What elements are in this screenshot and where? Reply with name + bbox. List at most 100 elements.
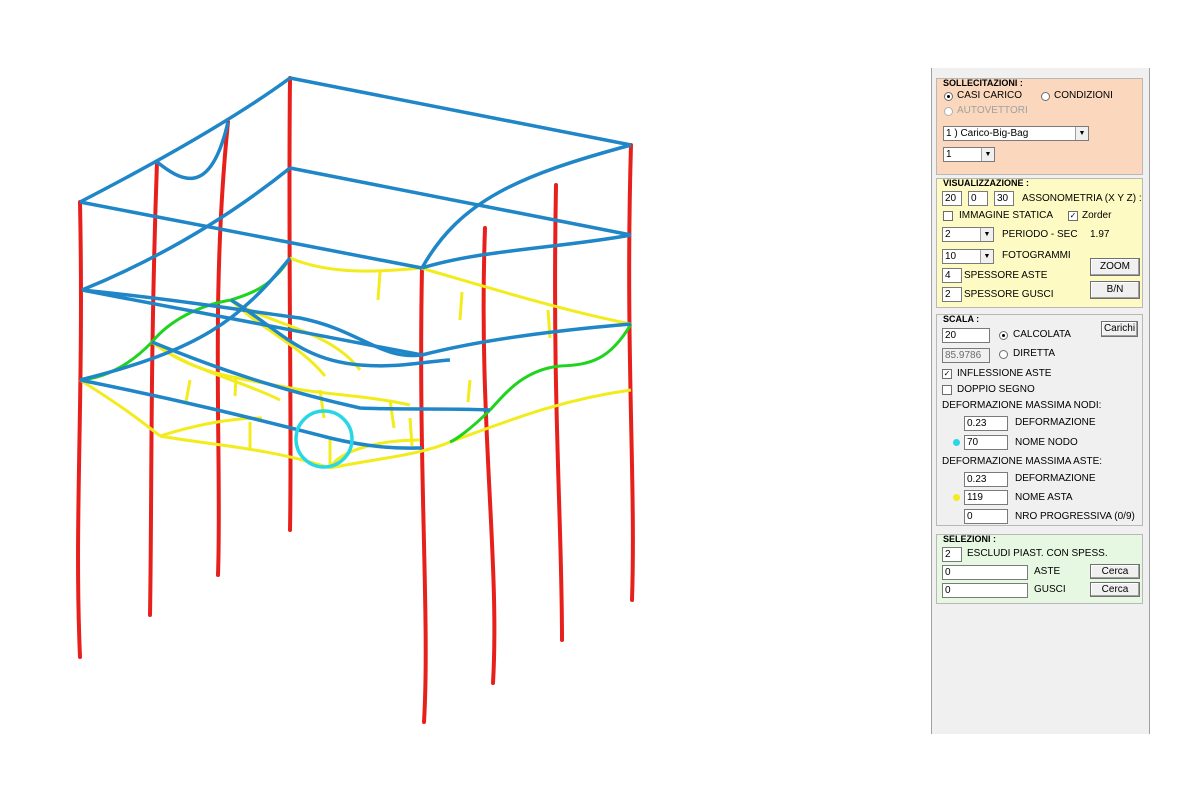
shell-mesh-line <box>420 266 632 326</box>
fotogrammi-select[interactable]: 10 ▼ <box>942 249 994 264</box>
casi-carico-radio[interactable] <box>944 92 953 101</box>
scala-diretta-input[interactable]: 85.9786 <box>942 348 990 363</box>
column-line <box>148 160 159 617</box>
selezioni-group: SELEZIONI : 2 ESCLUDI PIAST. CON SPESS. … <box>936 534 1143 604</box>
axo-y-input[interactable]: 0 <box>968 191 988 206</box>
zoom-button[interactable]: ZOOM <box>1090 258 1140 276</box>
load-case-select[interactable]: 1 ) Carico-Big-Bag ▼ <box>943 126 1089 141</box>
shell-mesh-line <box>408 417 414 447</box>
nome-nodo-value: 70 <box>964 435 1008 450</box>
calcolata-label: CALCOLATA <box>1013 329 1071 340</box>
carichi-button[interactable]: Carichi <box>1101 321 1138 337</box>
nro-progressiva-input[interactable]: 0 <box>964 509 1008 524</box>
max-deformation-node-marker <box>294 409 354 469</box>
selezioni-title: SELEZIONI : <box>943 534 997 544</box>
shell-mesh-line <box>449 388 632 444</box>
column-line <box>215 120 230 577</box>
column-line <box>627 143 635 602</box>
axo-z-input[interactable]: 30 <box>994 191 1014 206</box>
nome-nodo-label: NOME NODO <box>1015 437 1078 448</box>
periodo-result: 1.97 <box>1090 229 1110 240</box>
shell-mesh-line <box>159 434 331 470</box>
diretta-label: DIRETTA <box>1013 348 1056 359</box>
casi-carico-label: CASI CARICO <box>957 90 1023 101</box>
autovettori-radio[interactable] <box>944 107 953 116</box>
chevron-down-icon[interactable]: ▼ <box>981 148 994 161</box>
gusci-search-input[interactable]: 0 <box>942 583 1028 598</box>
autovettori-label: AUTOVETTORI <box>957 105 1028 116</box>
column-line <box>419 266 428 724</box>
axo-x-input[interactable]: 20 <box>942 191 962 206</box>
structure-3d-viewport[interactable] <box>0 0 930 800</box>
beam-marker-icon <box>953 494 960 501</box>
control-panel: SOLLECITAZIONI : CASI CARICO CONDIZIONI … <box>931 68 1150 734</box>
nome-asta-value: 119 <box>964 490 1008 505</box>
aste-deformazione-value: 0.23 <box>964 472 1008 487</box>
nro-progressiva-label: NRO PROGRESSIVA (0/9) <box>1015 511 1135 522</box>
nodi-deformazione-value: 0.23 <box>964 416 1008 431</box>
beam-line <box>79 76 292 204</box>
spessore-aste-input[interactable]: 4 <box>942 268 962 283</box>
zorder-label: Zorder <box>1082 210 1112 221</box>
calcolata-radio[interactable] <box>999 331 1008 340</box>
column-line <box>553 183 564 642</box>
scala-group: SCALA : 20 CALCOLATA Carichi 85.9786 DIR… <box>936 314 1143 526</box>
visualizzazione-title: VISUALIZZAZIONE : <box>943 178 1029 188</box>
condizioni-label: CONDIZIONI <box>1054 90 1113 101</box>
node-marker-icon <box>953 439 960 446</box>
chevron-down-icon[interactable]: ▼ <box>980 228 993 241</box>
shell-edge-line <box>488 364 561 412</box>
gusci-search-label: GUSCI <box>1034 584 1066 595</box>
shell-mesh-line <box>233 375 238 397</box>
chevron-down-icon[interactable]: ▼ <box>1075 127 1088 140</box>
scala-calcolata-input[interactable]: 20 <box>942 328 990 343</box>
shell-edge-line <box>449 408 492 444</box>
def-max-nodi-label: DEFORMAZIONE MASSIMA NODI: <box>942 400 1102 411</box>
spessore-gusci-input[interactable]: 2 <box>942 287 962 302</box>
shell-mesh-line <box>159 416 263 438</box>
escludi-spessore-input[interactable]: 2 <box>942 547 962 562</box>
chevron-down-icon[interactable]: ▼ <box>980 250 993 263</box>
aste-deformazione-label: DEFORMAZIONE <box>1015 473 1096 484</box>
nodi-deformazione-label: DEFORMAZIONE <box>1015 417 1096 428</box>
diretta-radio[interactable] <box>999 350 1008 359</box>
scala-title: SCALA : <box>943 314 980 324</box>
column-line <box>481 226 497 685</box>
doppio-segno-checkbox[interactable] <box>942 385 952 395</box>
load-number-value: 1 <box>946 149 952 160</box>
cerca-gusci-button[interactable]: Cerca <box>1090 582 1140 597</box>
beam-line <box>79 200 423 270</box>
beam-line <box>289 76 632 147</box>
spessore-gusci-label: SPESSORE GUSCI <box>964 289 1054 300</box>
zorder-checkbox[interactable]: ✓ <box>1068 211 1078 221</box>
periodo-value: 2 <box>945 229 951 240</box>
periodo-label: PERIODO - SEC <box>1002 229 1078 240</box>
load-case-value: 1 ) Carico-Big-Bag <box>946 128 1029 139</box>
shell-mesh-line <box>466 379 472 403</box>
sollecitazioni-group: SOLLECITAZIONI : CASI CARICO CONDIZIONI … <box>936 78 1143 175</box>
sollecitazioni-title: SOLLECITAZIONI : <box>943 78 1023 88</box>
nome-asta-label: NOME ASTA <box>1015 492 1073 503</box>
beams <box>79 76 632 450</box>
beam-line <box>421 233 632 270</box>
aste-search-label: ASTE <box>1034 566 1061 577</box>
periodo-select[interactable]: 2 ▼ <box>942 227 994 242</box>
doppio-segno-label: DOPPIO SEGNO <box>957 384 1035 395</box>
shell-mesh-line <box>388 399 396 429</box>
shell-mesh-line <box>376 271 382 301</box>
column-line <box>76 200 83 659</box>
inflessione-aste-label: INFLESSIONE ASTE <box>957 368 1052 379</box>
load-number-select[interactable]: 1 ▼ <box>943 147 995 162</box>
aste-search-input[interactable]: 0 <box>942 565 1028 580</box>
column-line <box>287 76 293 532</box>
beam-line <box>421 322 632 357</box>
bn-button[interactable]: B/N <box>1090 281 1140 299</box>
immagine-statica-checkbox[interactable] <box>943 211 953 221</box>
escludi-spessore-label: ESCLUDI PIAST. CON SPESS. <box>967 548 1108 559</box>
visualizzazione-group: VISUALIZZAZIONE : 20 0 30 ASSONOMETRIA (… <box>936 178 1143 308</box>
spessore-aste-label: SPESSORE ASTE <box>964 270 1048 281</box>
beam-line <box>155 121 230 181</box>
inflessione-aste-checkbox[interactable]: ✓ <box>942 369 952 379</box>
cerca-aste-button[interactable]: Cerca <box>1090 564 1140 579</box>
condizioni-radio[interactable] <box>1041 92 1050 101</box>
